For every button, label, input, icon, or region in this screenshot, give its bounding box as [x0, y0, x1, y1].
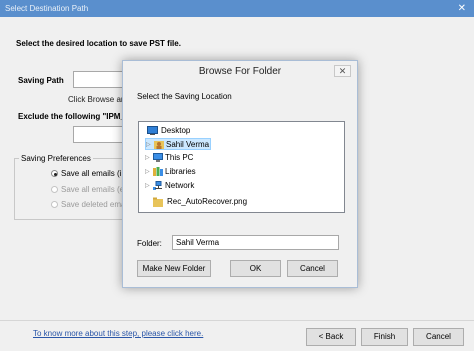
dialog-title: Browse For Folder — [198, 66, 282, 77]
footer-divider — [0, 320, 474, 321]
window-title: Select Destination Path — [5, 4, 89, 13]
tree-item-libraries[interactable]: ▷ Libraries — [145, 166, 335, 178]
tree-item-label: Sahil Verma — [166, 140, 210, 149]
help-link[interactable]: To know more about this step, please cli… — [33, 329, 203, 338]
tree-item-sahil-verma[interactable]: ▷ Sahil Verma — [145, 138, 211, 150]
dialog-close-icon[interactable]: ✕ — [334, 65, 351, 77]
window-close-icon[interactable]: ✕ — [458, 0, 466, 17]
tree-item-label: Network — [165, 181, 195, 190]
back-button[interactable]: < Back — [306, 328, 356, 346]
instruction-text: Select the desired location to save PST … — [16, 39, 181, 48]
browse-folder-dialog: Browse For Folder ✕ Select the Saving Lo… — [122, 60, 358, 288]
exclude-label: Exclude the following "IPM_S — [18, 112, 131, 121]
tree-item-label: This PC — [165, 153, 194, 162]
cancel-button[interactable]: Cancel — [413, 328, 464, 346]
expand-arrow-icon[interactable]: ▷ — [145, 180, 152, 192]
saving-preferences-title: Saving Preferences — [19, 154, 93, 163]
option-save-all-radio[interactable] — [51, 170, 58, 177]
option-save-all-e-radio[interactable] — [51, 186, 58, 193]
folder-input[interactable]: Sahil Verma — [172, 235, 339, 250]
window-titlebar: Select Destination Path ✕ — [0, 0, 474, 17]
finish-button[interactable]: Finish — [361, 328, 408, 346]
expand-arrow-icon[interactable]: ▷ — [145, 152, 152, 164]
option-save-all-e-label: Save all emails (e — [61, 185, 125, 194]
folder-label: Folder: — [137, 239, 162, 248]
click-browse-hint: Click Browse an — [68, 95, 126, 104]
expand-arrow-icon[interactable]: ▷ — [145, 166, 152, 178]
saving-path-label: Saving Path — [18, 76, 64, 85]
expand-arrow-icon[interactable]: ▷ — [146, 139, 153, 151]
tree-item-network[interactable]: ▷ Network — [145, 180, 335, 192]
file-icon — [153, 197, 163, 207]
tree-item-label: Rec_AutoRecover.png — [167, 197, 248, 206]
tree-item-rec-autorecover[interactable]: Rec_AutoRecover.png — [153, 196, 333, 208]
libraries-icon — [153, 167, 163, 176]
network-icon — [153, 181, 163, 190]
folder-tree[interactable]: Desktop ▷ Sahil Verma ▷ This PC ▷ Librar… — [138, 121, 345, 213]
option-save-all-label: Save all emails (i — [61, 169, 122, 178]
dialog-ok-button[interactable]: OK — [230, 260, 281, 277]
option-save-deleted-label: Save deleted ema — [61, 200, 126, 209]
dialog-prompt: Select the Saving Location — [137, 92, 232, 101]
option-save-deleted-radio[interactable] — [51, 201, 58, 208]
desktop-icon — [147, 126, 158, 135]
make-new-folder-button[interactable]: Make New Folder — [137, 260, 211, 277]
computer-icon — [153, 153, 163, 162]
tree-item-label: Libraries — [165, 167, 196, 176]
user-folder-icon — [154, 140, 164, 149]
tree-item-label: Desktop — [161, 126, 191, 135]
dialog-cancel-button[interactable]: Cancel — [287, 260, 338, 277]
tree-item-desktop[interactable]: Desktop — [147, 125, 337, 137]
tree-item-this-pc[interactable]: ▷ This PC — [145, 152, 335, 164]
